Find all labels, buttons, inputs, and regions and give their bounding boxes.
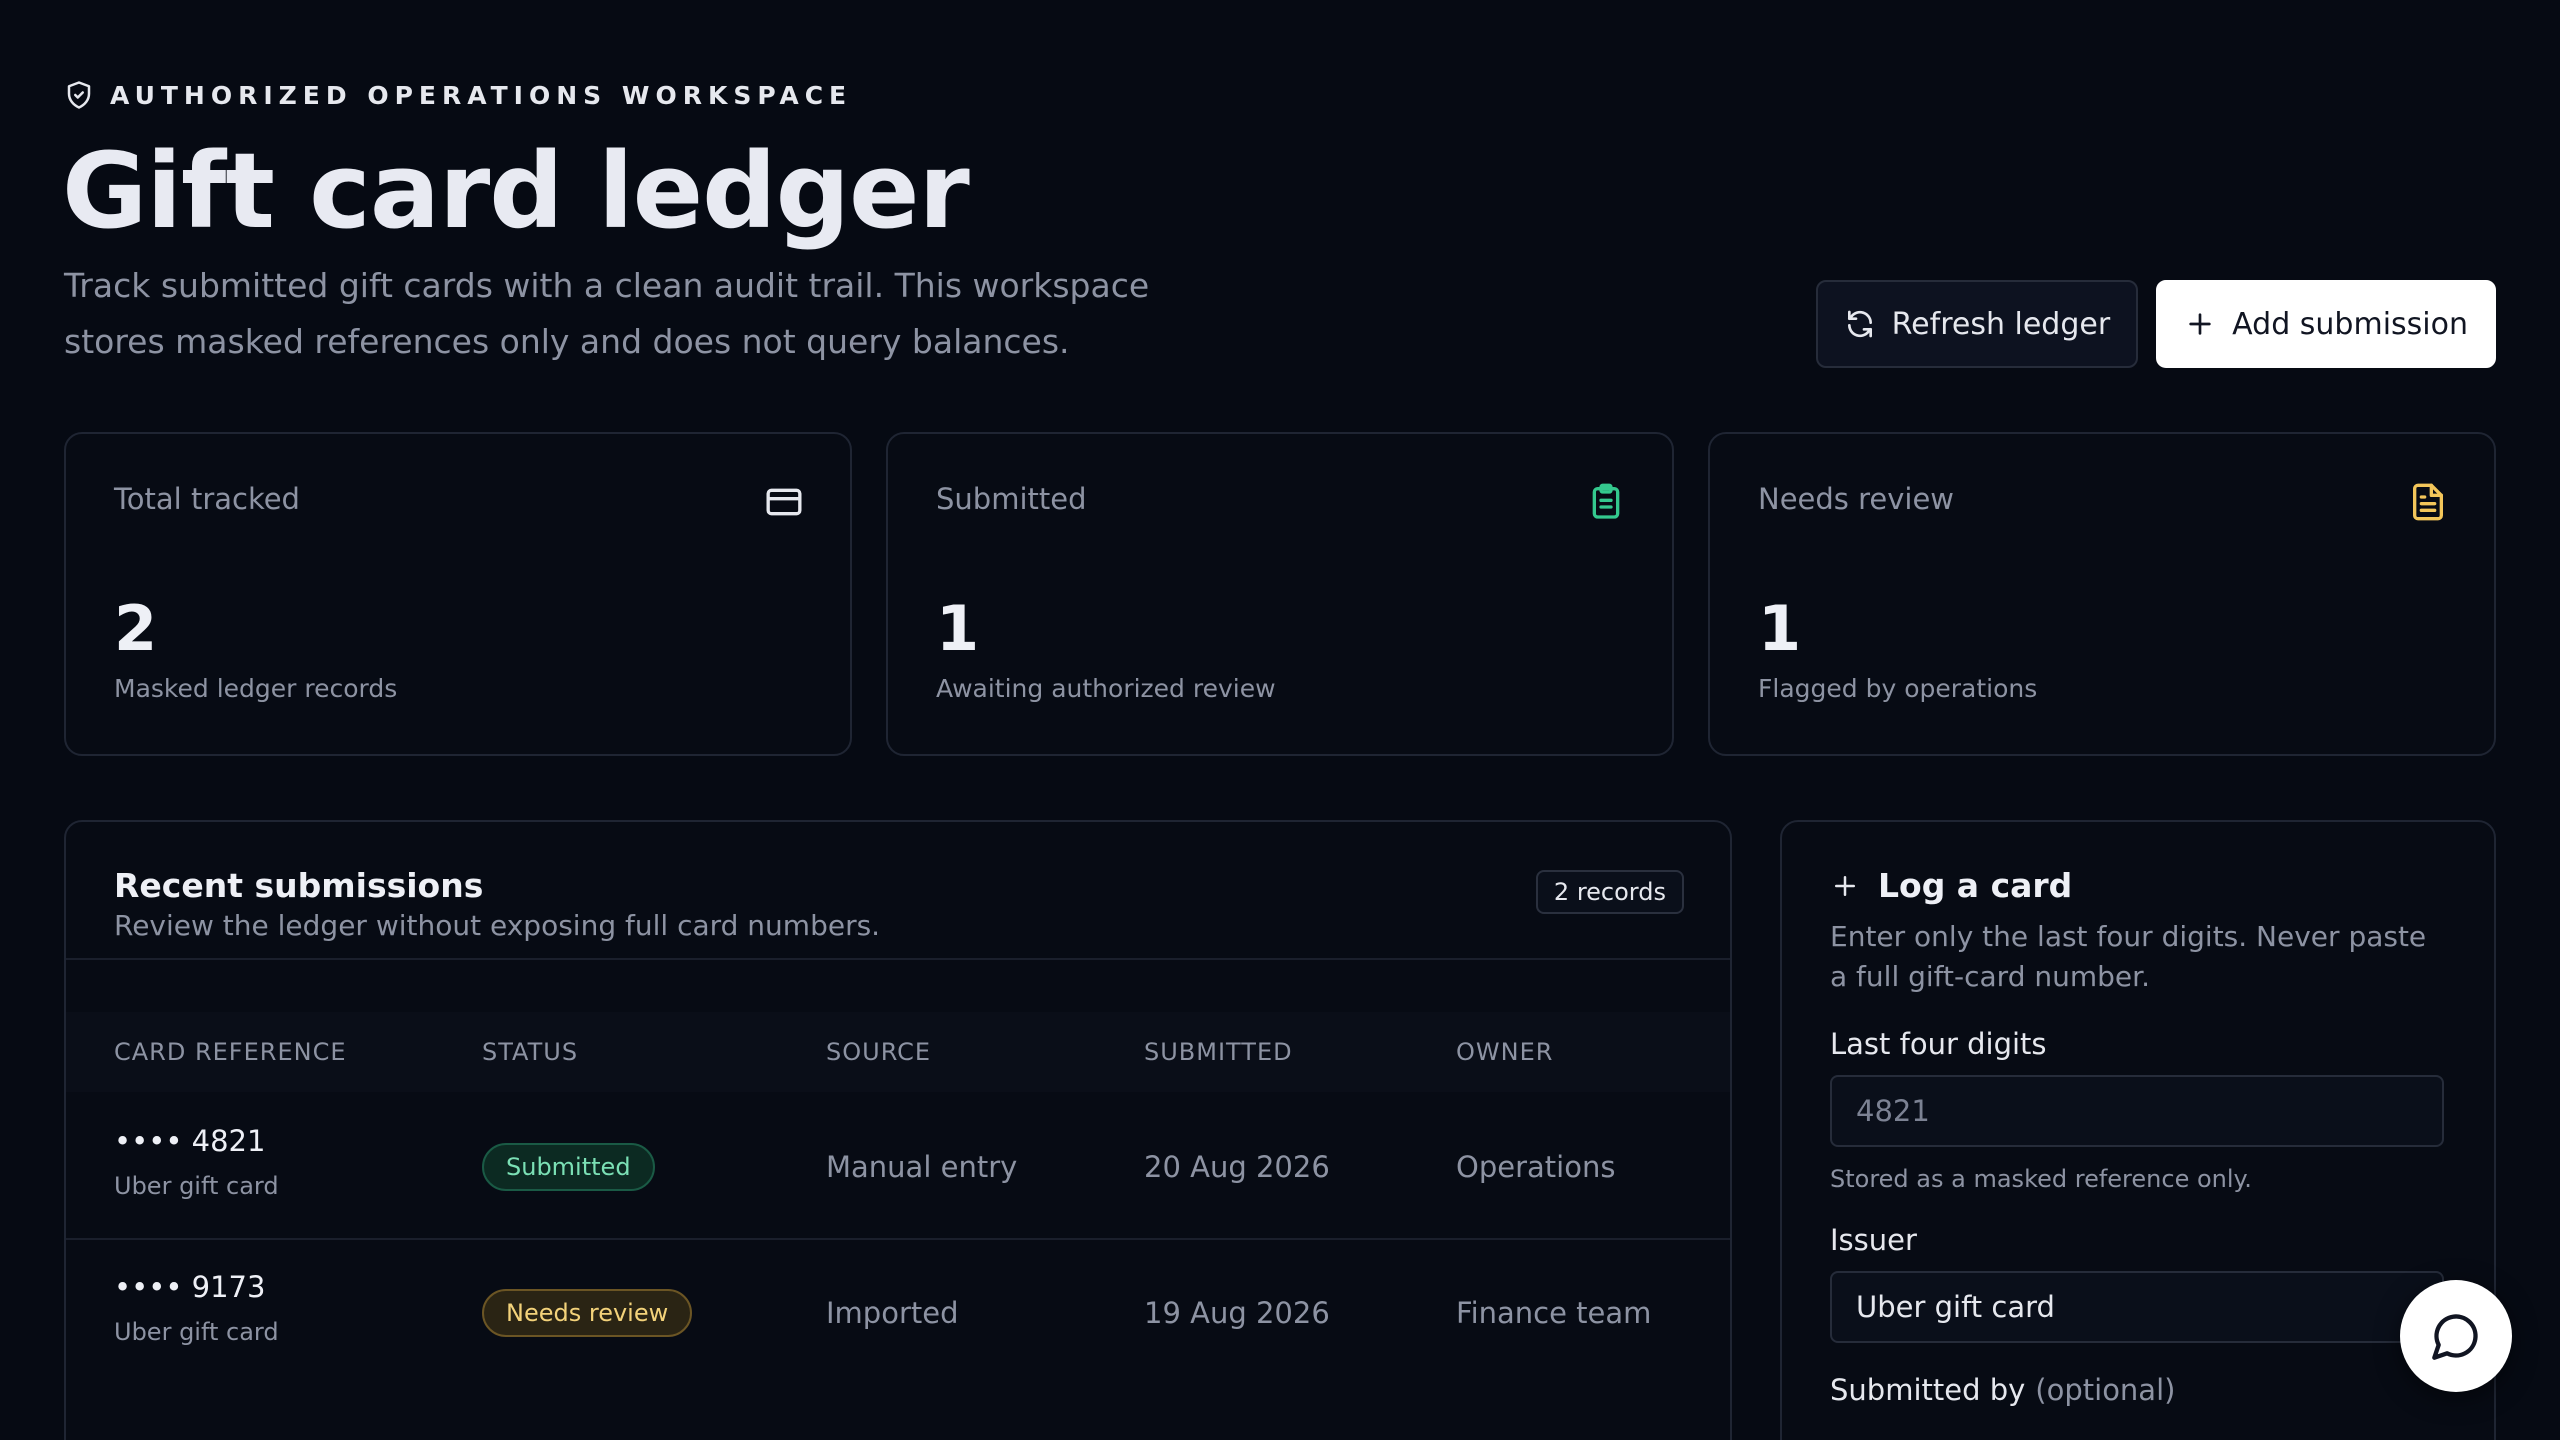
- recent-submissions-panel: Recent submissions Review the ledger wit…: [64, 820, 1732, 1440]
- log-card-panel: Log a card Enter only the last four digi…: [1780, 820, 2496, 1440]
- source-cell: Imported: [826, 1296, 959, 1330]
- card-issuer: Uber gift card: [114, 1172, 279, 1200]
- file-text-icon: [2413, 483, 2443, 521]
- add-submission-label: Add submission: [2232, 306, 2468, 342]
- stat-value: 1: [936, 592, 980, 665]
- header-actions: Refresh ledger Add submission: [1815, 280, 2496, 368]
- source-cell: Manual entry: [826, 1150, 1018, 1184]
- card-reference: •••• 4821: [114, 1124, 266, 1158]
- table-header: CARD REFERENCE STATUS SOURCE SUBMITTED O…: [66, 1012, 1730, 1092]
- column-header-submitted[interactable]: SUBMITTED: [1144, 1038, 1293, 1066]
- status-badge: Needs review: [482, 1289, 693, 1337]
- card-reference: •••• 9173: [114, 1270, 266, 1304]
- table-row[interactable]: •••• 9173 Uber gift card Needs review Im…: [66, 1240, 1730, 1386]
- panel-header: Recent submissions Review the ledger wit…: [66, 822, 1730, 960]
- status-badge: Submitted: [482, 1143, 655, 1191]
- workspace-eyebrow: AUTHORIZED OPERATIONS WORKSPACE: [64, 80, 852, 110]
- chat-bubble-icon: [2432, 1314, 2478, 1360]
- page-subtitle: Track submitted gift cards with a clean …: [64, 266, 1150, 361]
- issuer-selected-value: Uber gift card: [1856, 1290, 2055, 1324]
- column-header-card-reference[interactable]: CARD REFERENCE: [114, 1038, 346, 1066]
- log-card-title-text: Log a card: [1878, 866, 2073, 905]
- eyebrow-text: AUTHORIZED OPERATIONS WORKSPACE: [110, 80, 853, 110]
- panel-title: Recent submissions: [114, 866, 484, 905]
- clipboard-list-icon: [1592, 483, 1620, 519]
- stats-row: Total tracked 2 Masked ledger records Su…: [64, 432, 2496, 756]
- optional-tag: (optional): [2035, 1373, 2176, 1407]
- add-submission-button[interactable]: Add submission: [2156, 280, 2496, 368]
- panel-subtitle: Review the ledger without exposing full …: [114, 909, 881, 942]
- submitted-cell: 19 Aug 2026: [1144, 1296, 1330, 1330]
- owner-cell: Operations: [1456, 1150, 1616, 1184]
- stat-label: Needs review: [1758, 482, 1955, 516]
- stat-card-total-tracked: Total tracked 2 Masked ledger records: [64, 432, 852, 756]
- issuer-label: Issuer: [1830, 1223, 1917, 1257]
- stat-value: 1: [1758, 592, 1802, 665]
- column-header-owner[interactable]: OWNER: [1456, 1038, 1553, 1066]
- stat-caption: Awaiting authorized review: [936, 674, 1276, 703]
- credit-card-icon: [766, 488, 802, 516]
- column-header-status[interactable]: STATUS: [482, 1038, 578, 1066]
- page: AUTHORIZED OPERATIONS WORKSPACE Gift car…: [0, 0, 2560, 1440]
- refresh-icon: [1847, 310, 1872, 338]
- chat-button[interactable]: [2400, 1280, 2512, 1392]
- last-four-label: Last four digits: [1830, 1027, 2047, 1061]
- submitted-by-label: Submitted by (optional): [1830, 1373, 2446, 1407]
- status-cell: Needs review: [482, 1240, 693, 1386]
- stat-caption: Flagged by operations: [1758, 674, 2038, 703]
- refresh-ledger-button[interactable]: Refresh ledger: [1815, 280, 2139, 368]
- status-cell: Submitted: [482, 1094, 655, 1240]
- card-issuer: Uber gift card: [114, 1318, 279, 1346]
- page-title: Gift card ledger: [62, 130, 970, 252]
- log-card-title: Log a card: [1830, 866, 2446, 905]
- plus-icon: [1835, 875, 1855, 896]
- records-count-badge: 2 records: [1535, 870, 1684, 914]
- stat-card-submitted: Submitted 1 Awaiting authorized review: [886, 432, 1674, 756]
- last-four-hint: Stored as a masked reference only.: [1830, 1165, 2252, 1193]
- shield-check-icon: [67, 81, 91, 109]
- log-card-description: Enter only the last four digits. Never p…: [1830, 920, 2427, 993]
- column-header-source[interactable]: SOURCE: [826, 1038, 931, 1066]
- plus-icon: [2189, 313, 2211, 335]
- submitted-by-label-text: Submitted by: [1830, 1373, 2026, 1407]
- stat-caption: Masked ledger records: [114, 674, 398, 703]
- stat-value: 2: [114, 592, 158, 665]
- owner-cell: Finance team: [1456, 1296, 1652, 1330]
- last-four-input[interactable]: [1830, 1075, 2444, 1147]
- stat-label: Submitted: [936, 482, 1087, 516]
- stat-label: Total tracked: [114, 482, 300, 516]
- issuer-select[interactable]: Uber gift card: [1830, 1271, 2444, 1343]
- refresh-ledger-label: Refresh ledger: [1891, 306, 2111, 342]
- stat-card-needs-review: Needs review 1 Flagged by operations: [1708, 432, 2496, 756]
- table-row[interactable]: •••• 4821 Uber gift card Submitted Manua…: [66, 1094, 1730, 1240]
- submitted-cell: 20 Aug 2026: [1144, 1150, 1330, 1184]
